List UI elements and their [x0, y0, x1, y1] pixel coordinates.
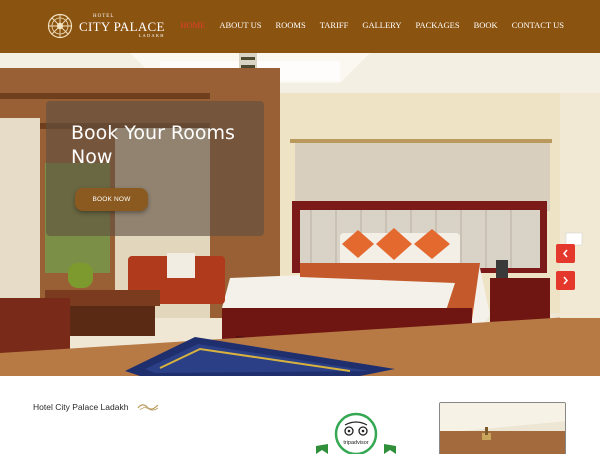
chevron-left-icon [563, 249, 568, 258]
slider-prev-button[interactable] [556, 244, 575, 263]
tripadvisor-badge[interactable]: tripadvisor [316, 410, 396, 454]
nav-item-tariff[interactable]: TARIFF [320, 20, 349, 30]
slider-next-button[interactable] [556, 271, 575, 290]
brand-small-text: HOTEL [93, 13, 115, 19]
booking-cta-panel: Book Your Rooms Now BOOK NOW [46, 101, 264, 236]
nav-item-about-us[interactable]: ABOUT US [219, 20, 261, 30]
main-nav: HOME ABOUT US ROOMS TARIFF GALLERY PACKA… [166, 20, 564, 30]
brand-name: CITY PALACE [79, 18, 165, 34]
brand-text: HOTEL CITY PALACE LADAKH [79, 14, 165, 39]
nav-item-packages[interactable]: PACKAGES [416, 20, 460, 30]
brand-logo[interactable]: HOTEL CITY PALACE LADAKH [47, 13, 165, 39]
brand-sub-text: LADAKH [138, 32, 165, 38]
room-thumbnail[interactable] [439, 402, 566, 454]
room-thumbnail-image [440, 403, 565, 454]
hero-title: Book Your Rooms Now [71, 122, 235, 168]
nav-item-home[interactable]: HOME [180, 20, 205, 30]
tripadvisor-label: tripadvisor [343, 440, 369, 446]
book-now-button[interactable]: BOOK NOW [75, 188, 148, 211]
nav-item-rooms[interactable]: ROOMS [275, 20, 305, 30]
logo-emblem-icon [47, 13, 73, 39]
hero-slider: Book Your Rooms Now BOOK NOW [0, 53, 600, 376]
nav-item-contact-us[interactable]: CONTACT US [512, 20, 564, 30]
about-section-title: Hotel City Palace Ladakh [33, 402, 129, 412]
nav-item-book[interactable]: BOOK [474, 20, 498, 30]
decorative-squiggle-icon [137, 404, 159, 411]
chevron-right-icon [563, 276, 568, 285]
nav-item-gallery[interactable]: GALLERY [362, 20, 401, 30]
site-header: HOTEL CITY PALACE LADAKH HOME ABOUT US R… [0, 0, 600, 53]
